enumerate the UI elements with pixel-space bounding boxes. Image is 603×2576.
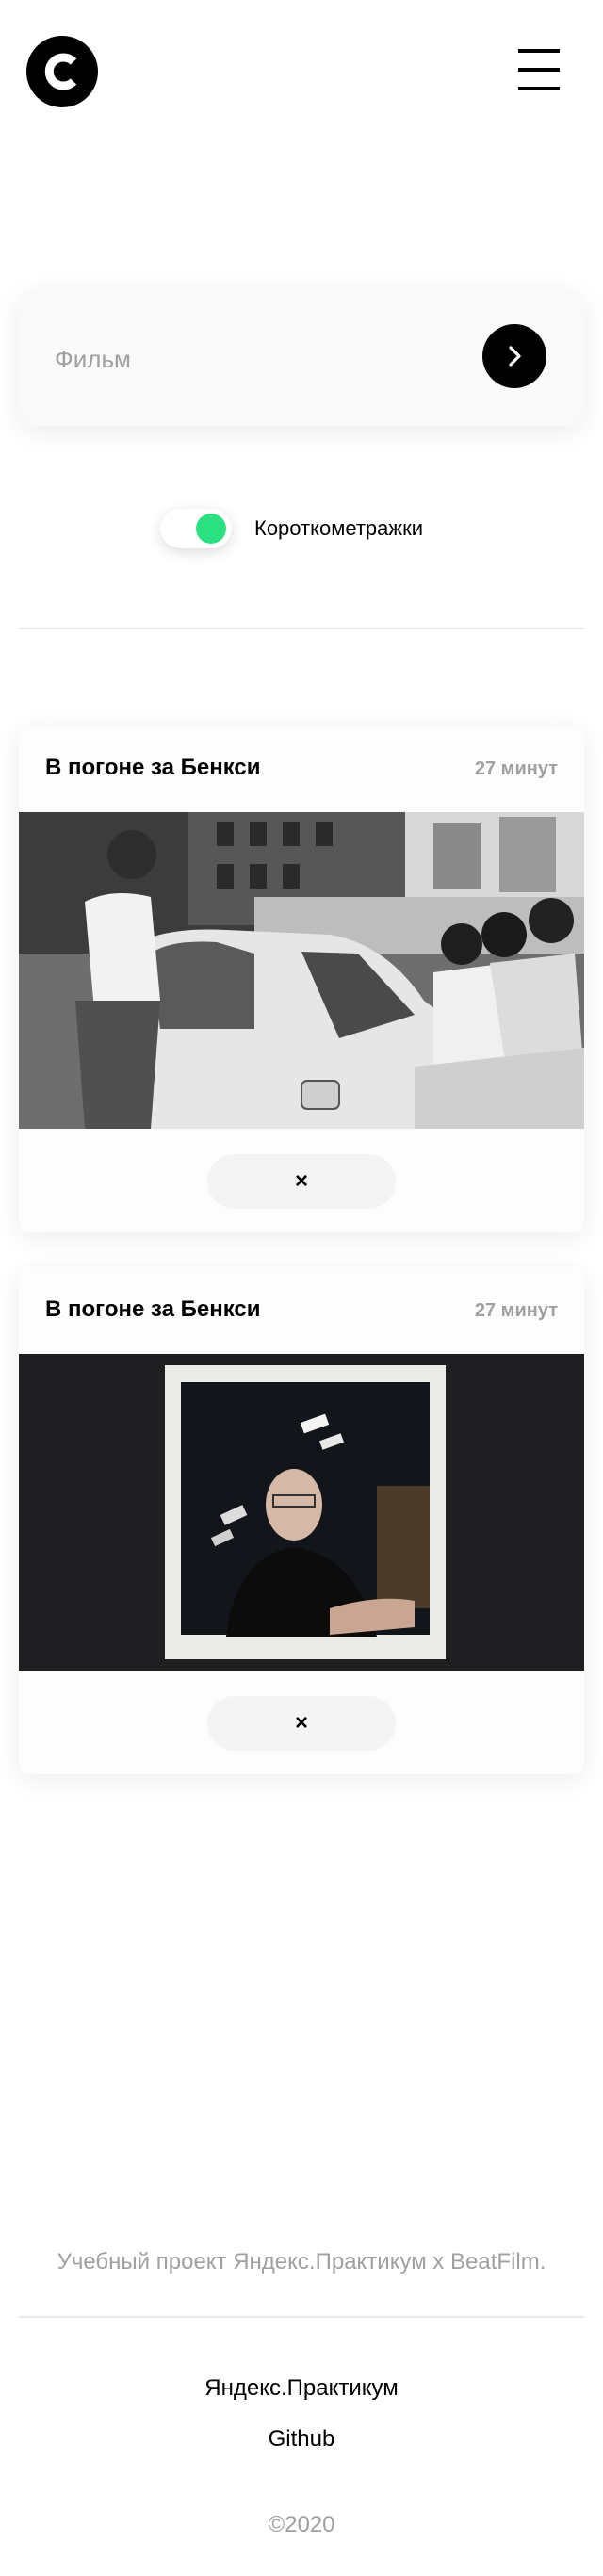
movie-card: В погоне за Бенкси 27 минут × xyxy=(19,726,584,1232)
footer-divider xyxy=(19,2316,584,2318)
remove-movie-button[interactable]: × xyxy=(207,1154,396,1209)
toggle-knob xyxy=(196,514,226,544)
footer-link-yandex-practicum[interactable]: Яндекс.Практикум xyxy=(0,2374,603,2403)
movie-title: В погоне за Бенкси xyxy=(45,755,261,780)
remove-movie-button[interactable]: × xyxy=(207,1696,396,1751)
footer-copyright: ©2020 xyxy=(268,2512,335,2537)
footer-link-github[interactable]: Github xyxy=(0,2425,603,2454)
movie-card: В погоне за Бенкси 27 минут × xyxy=(19,1267,584,1774)
logo-c-icon[interactable] xyxy=(26,36,98,107)
footer-note: Учебный проект Яндекс.Практикум х BeatFi… xyxy=(57,2249,546,2274)
chevron-right-icon xyxy=(509,346,521,367)
short-films-label: Короткометражки xyxy=(254,516,424,540)
search-submit-button[interactable] xyxy=(482,324,546,388)
movie-poster-image[interactable] xyxy=(19,812,584,1129)
movie-title: В погоне за Бенкси xyxy=(45,1296,261,1322)
movie-poster-image[interactable] xyxy=(19,1354,584,1671)
movie-duration: 27 минут xyxy=(474,758,558,779)
hamburger-menu-icon[interactable] xyxy=(516,47,562,92)
search-input[interactable] xyxy=(53,335,471,383)
short-films-toggle[interactable] xyxy=(160,509,232,548)
search-divider xyxy=(19,628,584,629)
movie-duration: 27 минут xyxy=(474,1300,558,1321)
